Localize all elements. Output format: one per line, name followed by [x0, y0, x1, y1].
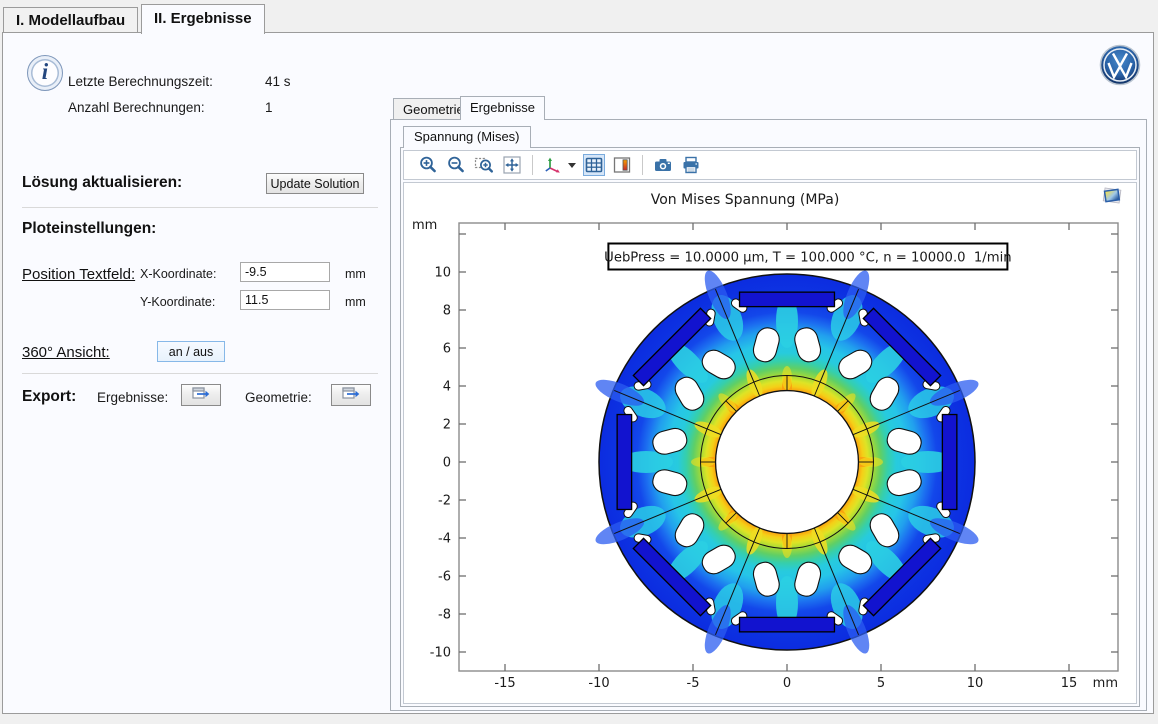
- plot-image-icon[interactable]: [1100, 186, 1124, 206]
- svg-text:-8: -8: [438, 608, 451, 623]
- svg-text:-10: -10: [588, 676, 609, 691]
- x-coordinate-unit: mm: [345, 267, 366, 281]
- export-geometry-label: Geometrie:: [245, 390, 312, 405]
- zoom-extents-icon[interactable]: [501, 154, 523, 176]
- print-icon[interactable]: [680, 154, 702, 176]
- tab-ergebnisse[interactable]: II. Ergebnisse: [141, 4, 265, 34]
- computation-count-label: Anzahl Berechnungen:: [68, 100, 205, 115]
- export-geometry-button[interactable]: [331, 384, 371, 406]
- svg-text:10: 10: [967, 676, 984, 691]
- plot-settings-heading: Ploteinstellungen:: [22, 220, 156, 238]
- info-icon: i: [27, 55, 63, 91]
- last-computation-label: Letzte Berechnungszeit:: [68, 74, 213, 89]
- zoom-out-icon[interactable]: [445, 154, 467, 176]
- tab-modellaufbau[interactable]: I. Modellaufbau: [3, 7, 138, 33]
- export-icon: [192, 387, 210, 403]
- update-solution-label: Lösung aktualisieren:: [22, 174, 182, 192]
- x-coordinate-label: X-Koordinate:: [140, 267, 216, 281]
- svg-text:Von Mises Spannung (MPa): Von Mises Spannung (MPa): [651, 192, 840, 208]
- svg-text:5: 5: [877, 676, 885, 691]
- toolbar-separator: [532, 155, 533, 175]
- svg-text:UebPress = 10.0000 µm, T = 100: UebPress = 10.0000 µm, T = 100.000 °C, n…: [604, 251, 1011, 266]
- grid-icon[interactable]: [583, 154, 605, 176]
- view-360-label: 360° Ansicht:: [22, 344, 110, 361]
- tab-spannung-mises[interactable]: Spannung (Mises): [403, 126, 531, 148]
- export-icon: [342, 387, 360, 403]
- axis-orientation-icon[interactable]: [542, 154, 564, 176]
- application-window: I. Modellaufbau II. Ergebnisse i Letzte …: [0, 0, 1158, 724]
- view-360-toggle-button[interactable]: an / aus: [157, 341, 225, 362]
- tab-ergebnisse-plot[interactable]: Ergebnisse: [460, 96, 545, 120]
- svg-text:0: 0: [443, 456, 451, 471]
- vw-logo: [1099, 44, 1141, 86]
- svg-text:0: 0: [783, 676, 791, 691]
- svg-text:mm: mm: [1093, 676, 1118, 691]
- svg-text:-6: -6: [438, 570, 451, 585]
- plot-canvas[interactable]: -15 -10 -5 0 5 10 15 -10 -8 -6 -4 -2 0 2 4 6 8 10 mm mm Von …: [403, 182, 1137, 704]
- snapshot-camera-icon[interactable]: [652, 154, 674, 176]
- svg-text:4: 4: [443, 380, 451, 395]
- divider: [22, 373, 378, 374]
- divider: [22, 207, 378, 208]
- computation-count-value: 1: [265, 100, 273, 115]
- svg-text:15: 15: [1061, 676, 1078, 691]
- export-heading: Export:: [22, 388, 76, 406]
- svg-text:-15: -15: [494, 676, 515, 691]
- y-coordinate-label: Y-Koordinate:: [140, 295, 215, 309]
- text-position-label: Position Textfeld:: [22, 266, 135, 283]
- plot-toolbar: [403, 150, 1137, 180]
- toolbar-separator: [642, 155, 643, 175]
- von-mises-plot: -15 -10 -5 0 5 10 15 -10 -8 -6 -4 -2 0 2 4 6 8 10 mm mm Von …: [404, 183, 1138, 705]
- zoom-in-icon[interactable]: [417, 154, 439, 176]
- update-solution-button[interactable]: Update Solution: [266, 173, 364, 194]
- x-coordinate-input[interactable]: [240, 262, 330, 282]
- svg-text:10: 10: [434, 266, 451, 281]
- y-coordinate-input[interactable]: [240, 290, 330, 310]
- svg-text:-4: -4: [438, 532, 451, 547]
- svg-text:2: 2: [443, 418, 451, 433]
- last-computation-value: 41 s: [265, 74, 291, 89]
- color-legend-icon[interactable]: [611, 154, 633, 176]
- svg-text:-10: -10: [430, 646, 451, 661]
- svg-text:mm: mm: [412, 218, 437, 233]
- svg-text:-2: -2: [438, 494, 451, 509]
- y-coordinate-unit: mm: [345, 295, 366, 309]
- zoom-to-selection-icon[interactable]: [473, 154, 495, 176]
- svg-text:8: 8: [443, 304, 451, 319]
- svg-text:-5: -5: [687, 676, 700, 691]
- export-results-label: Ergebnisse:: [97, 390, 168, 405]
- svg-text:6: 6: [443, 342, 451, 357]
- dropdown-caret-icon[interactable]: [568, 163, 576, 168]
- export-results-button[interactable]: [181, 384, 221, 406]
